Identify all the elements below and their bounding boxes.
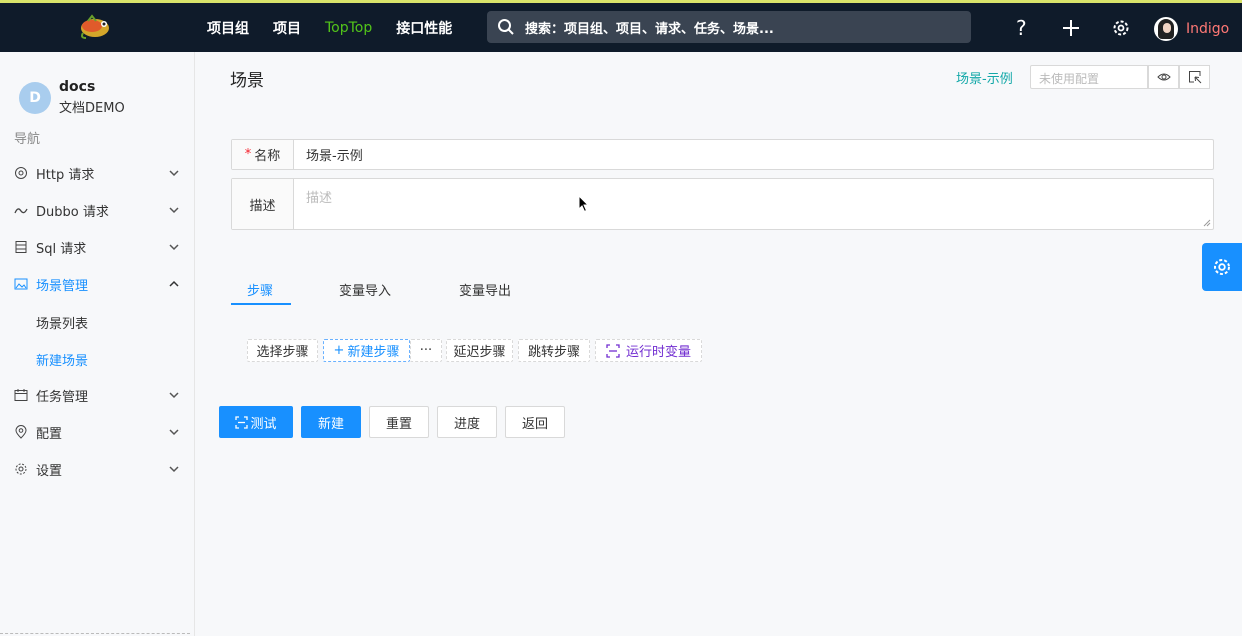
sidebar-item-settings[interactable]: 设置 xyxy=(14,458,180,480)
test-button[interactable]: 测试 xyxy=(219,406,293,438)
chevron-up-icon xyxy=(169,280,179,287)
sidebar-sub-new-scene[interactable]: 新建场景 xyxy=(36,350,88,369)
sidebar-item-label: 任务管理 xyxy=(36,389,89,405)
env-edit-button[interactable] xyxy=(1179,65,1210,89)
tab-var-import[interactable]: 变量导入 xyxy=(339,280,391,299)
sidebar-divider xyxy=(0,633,190,634)
env-view-button[interactable] xyxy=(1148,65,1179,89)
svg-text:?: ? xyxy=(1016,17,1027,39)
sidebar: D docs 文档DEMO 导航 Http 请求 Dubbo 请求 Sql 请求… xyxy=(0,52,195,636)
chevron-down-icon xyxy=(169,429,179,436)
name-label: * 名称 xyxy=(232,140,294,169)
sidebar-item-label: Http 请求 xyxy=(36,167,95,183)
sidebar-item-http[interactable]: Http 请求 xyxy=(14,162,180,184)
tab-steps[interactable]: 步骤 xyxy=(247,280,273,299)
dubbo-icon xyxy=(14,203,28,217)
database-icon xyxy=(14,240,28,254)
nav-label: 导航 xyxy=(14,132,41,147)
sidebar-item-sql[interactable]: Sql 请求 xyxy=(14,236,180,258)
desc-label: 描述 xyxy=(232,179,294,229)
sidebar-item-label: Dubbo 请求 xyxy=(36,204,109,220)
more-steps-button[interactable]: ··· xyxy=(410,339,442,362)
scan-icon xyxy=(606,343,620,358)
nav-toptop[interactable]: TopTop xyxy=(325,20,372,36)
desc-textarea[interactable]: 描述 xyxy=(294,179,1213,229)
tab-active-indicator xyxy=(231,303,291,305)
chevron-down-icon xyxy=(169,244,179,251)
eye-icon xyxy=(1156,73,1171,81)
desc-field-row: 描述 描述 xyxy=(231,178,1214,230)
gear-icon[interactable] xyxy=(1110,17,1132,39)
top-header: 项目组 项目 TopTop 接口性能 搜索：项目组、项目、请求、任务、场景...… xyxy=(0,0,1242,52)
chevron-down-icon xyxy=(169,170,179,177)
reset-button[interactable]: 重置 xyxy=(369,406,429,438)
nav-project[interactable]: 项目 xyxy=(273,18,301,38)
sidebar-item-label: Sql 请求 xyxy=(36,241,87,257)
sidebar-sub-scene-list[interactable]: 场景列表 xyxy=(36,313,88,332)
setting-icon xyxy=(14,462,28,476)
chevron-down-icon xyxy=(169,466,179,473)
tab-var-export[interactable]: 变量导出 xyxy=(459,280,511,299)
new-step-button[interactable]: + 新建步骤 xyxy=(323,339,410,362)
sidebar-item-label: 场景管理 xyxy=(36,278,89,294)
mouse-cursor-icon xyxy=(578,194,590,213)
username: Indigo xyxy=(1186,21,1230,37)
plus-icon: + xyxy=(333,343,345,358)
page-title: 场景 xyxy=(230,71,264,91)
chevron-down-icon xyxy=(169,207,179,214)
nav-api-performance[interactable]: 接口性能 xyxy=(396,18,452,38)
user-menu[interactable]: Indigo xyxy=(1154,17,1229,41)
select-icon xyxy=(1188,71,1201,84)
project-subtitle: 文档DEMO xyxy=(59,101,125,116)
picture-icon xyxy=(14,277,28,291)
name-input[interactable]: 场景-示例 xyxy=(294,140,1213,169)
chevron-down-icon xyxy=(169,392,179,399)
delay-step-button[interactable]: 延迟步骤 xyxy=(446,339,513,362)
sidebar-item-dubbo[interactable]: Dubbo 请求 xyxy=(14,199,180,221)
plus-icon[interactable] xyxy=(1060,17,1082,39)
project-avatar: D xyxy=(19,81,51,114)
sidebar-item-label: 设置 xyxy=(36,463,63,479)
runtime-variable-button[interactable]: 运行时变量 xyxy=(595,339,702,362)
chrome-icon xyxy=(14,166,28,180)
gear-icon xyxy=(1214,259,1230,275)
project-info[interactable]: D docs 文档DEMO xyxy=(19,79,125,116)
project-name: docs xyxy=(59,79,96,95)
back-button[interactable]: 返回 xyxy=(505,406,565,438)
select-step-button[interactable]: 选择步骤 xyxy=(247,339,318,362)
sidebar-item-config[interactable]: 配置 xyxy=(14,421,180,443)
sidebar-item-scene-manage[interactable]: 场景管理 xyxy=(14,273,180,295)
help-icon[interactable]: ? xyxy=(1010,16,1032,40)
sidebar-item-task-manage[interactable]: 任务管理 xyxy=(14,384,180,406)
search-icon xyxy=(498,19,514,35)
avatar xyxy=(1154,17,1178,41)
chameleon-logo-icon[interactable] xyxy=(78,13,114,41)
nav-project-group[interactable]: 项目组 xyxy=(207,18,249,38)
global-search[interactable]: 搜索：项目组、项目、请求、任务、场景... xyxy=(487,11,971,43)
progress-button[interactable]: 进度 xyxy=(437,406,497,438)
resize-handle-icon[interactable] xyxy=(1203,219,1211,227)
scene-link[interactable]: 场景-示例 xyxy=(956,68,1013,87)
name-field-row: * 名称 场景-示例 xyxy=(231,139,1214,170)
location-icon xyxy=(14,425,28,439)
scan-icon xyxy=(235,415,249,429)
create-button[interactable]: 新建 xyxy=(301,406,361,438)
sidebar-item-label: 配置 xyxy=(36,426,63,442)
floating-settings-button[interactable] xyxy=(1202,243,1242,291)
jump-step-button[interactable]: 跳转步骤 xyxy=(518,339,590,362)
search-placeholder: 搜索：项目组、项目、请求、任务、场景... xyxy=(525,21,774,37)
schedule-icon xyxy=(14,388,28,402)
env-config-select[interactable]: 未使用配置 xyxy=(1030,65,1148,89)
